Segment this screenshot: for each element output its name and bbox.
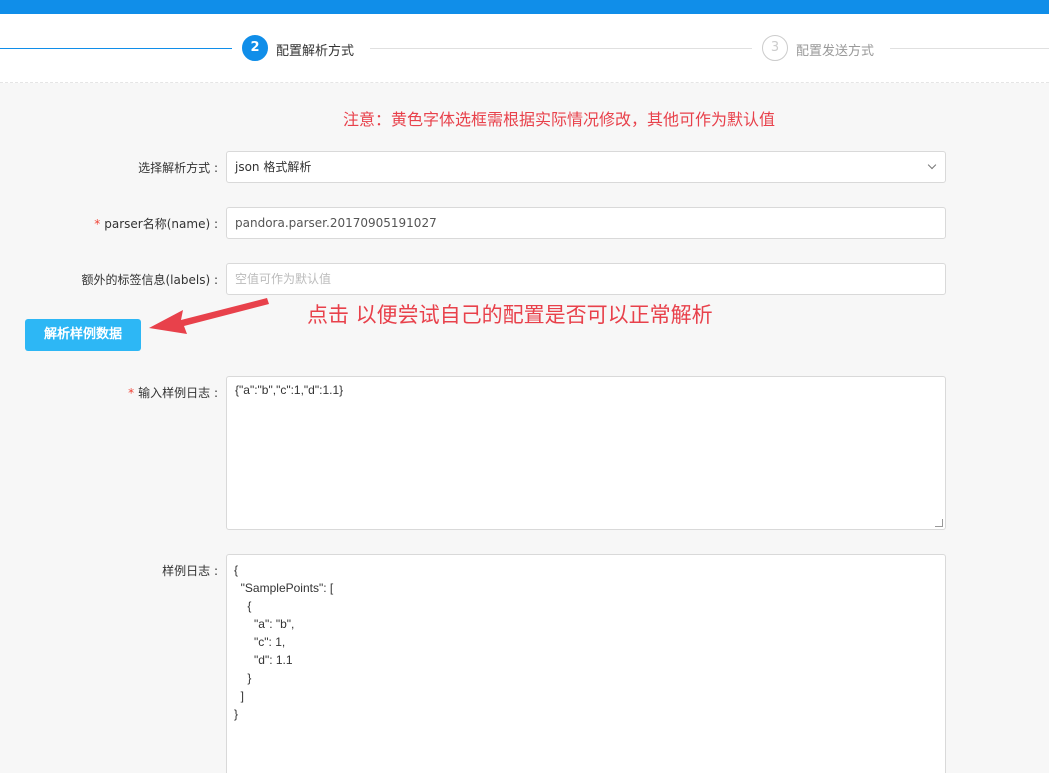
step-line-pending [370, 48, 752, 49]
step-3-label: 配置发送方式 [796, 44, 875, 59]
sample-log-value: {"a":"b","c":1,"d":1.1} [235, 383, 344, 397]
notice-text: 注意：黄色字体选框需根据实际情况修改，其他可作为默认值 [343, 110, 776, 129]
parser-type-value: json 格式解析 [235, 160, 312, 174]
labels-input[interactable]: 空值可作为默认值 [226, 263, 946, 295]
step-line-pending-2 [890, 48, 1049, 49]
annotation-text: 点击 以便尝试自己的配置是否可以正常解析 [307, 303, 713, 327]
sample-output-box: { "SamplePoints": [ { "a": "b", "c": 1, … [226, 554, 946, 773]
labels-label: 额外的标签信息(labels) : [81, 273, 219, 287]
sample-input-label-text: 输入样例日志 : [138, 386, 218, 400]
annotation-arrow-icon [149, 298, 269, 334]
code-line: } [234, 671, 252, 685]
code-line: ] [234, 689, 245, 703]
parse-sample-button[interactable]: 解析样例数据 [25, 319, 141, 351]
required-mark: * [128, 386, 135, 400]
steps-bar: 2 配置解析方式 3 配置发送方式 [0, 14, 1049, 83]
code-line: } [234, 707, 239, 721]
parser-name-input[interactable]: pandora.parser.20170905191027 [226, 207, 946, 239]
code-line: { [234, 563, 239, 577]
step-line-done [0, 48, 232, 49]
step-2-circle: 2 [242, 35, 268, 61]
parser-name-label-text: parser名称(name) : [104, 217, 218, 231]
parser-type-select[interactable]: json 格式解析 [226, 151, 946, 183]
resize-handle-icon[interactable] [935, 519, 943, 527]
sample-output-label: 样例日志 : [162, 564, 218, 578]
top-bar [0, 0, 1049, 14]
code-line: "a": "b", [234, 617, 295, 631]
sample-input-label: * 输入样例日志 : [2, 384, 218, 401]
required-mark: * [94, 217, 101, 231]
step-2-label: 配置解析方式 [276, 44, 355, 59]
code-line: "c": 1, [234, 635, 286, 649]
chevron-down-icon [927, 160, 937, 170]
sample-log-textarea[interactable]: {"a":"b","c":1,"d":1.1} [226, 376, 946, 530]
step-3-circle: 3 [762, 35, 788, 61]
code-line: { [234, 599, 252, 613]
code-line: "d": 1.1 [234, 653, 293, 667]
code-line: "SamplePoints": [ [234, 581, 334, 595]
parser-type-label: 选择解析方式 : [138, 161, 218, 175]
parser-name-label: * parser名称(name) : [2, 215, 218, 232]
